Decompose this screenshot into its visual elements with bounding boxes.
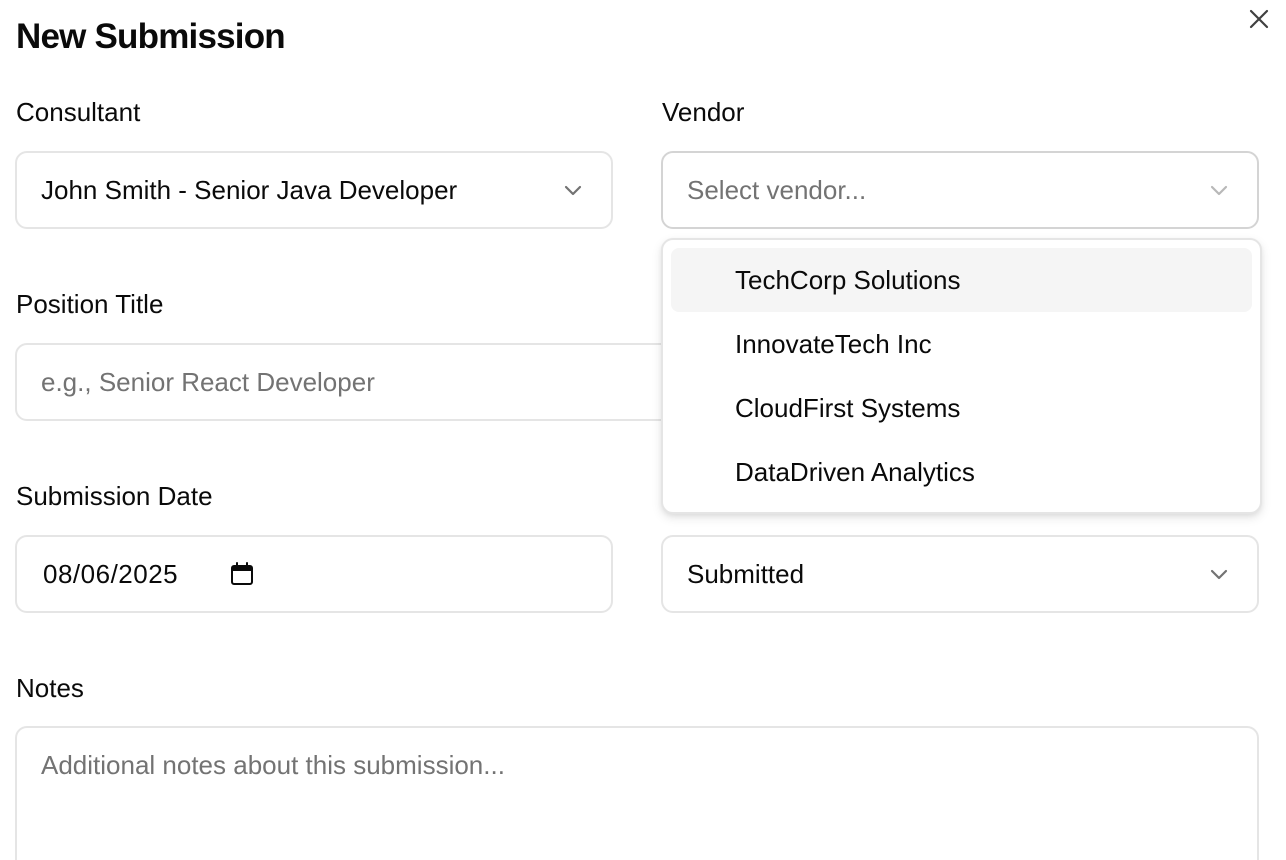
vendor-label: Vendor <box>662 97 745 127</box>
position-title-label: Position Title <box>16 289 164 319</box>
consultant-value: John Smith - Senior Java Developer <box>41 175 458 205</box>
notes-label: Notes <box>16 673 84 703</box>
vendor-option[interactable]: CloudFirst Systems <box>671 376 1252 440</box>
chevron-down-icon <box>1210 185 1228 196</box>
vendor-option-label: DataDriven Analytics <box>735 457 975 487</box>
status-select[interactable]: Submitted <box>661 535 1259 613</box>
status-value: Submitted <box>687 559 805 589</box>
vendor-dropdown: TechCorp Solutions InnovateTech Inc Clou… <box>661 238 1262 514</box>
submission-date-label: Submission Date <box>16 481 213 511</box>
chevron-down-icon <box>564 185 582 196</box>
notes-textarea[interactable]: Additional notes about this submission..… <box>15 726 1259 860</box>
close-icon <box>1249 9 1269 29</box>
new-submission-dialog: New Submission Consultant John Smith - S… <box>0 0 1286 860</box>
notes-placeholder: Additional notes about this submission..… <box>41 750 505 780</box>
vendor-option-label: CloudFirst Systems <box>735 393 961 423</box>
submission-date-input[interactable]: 08/06/2025 <box>15 535 613 613</box>
vendor-select[interactable]: Select vendor... <box>661 151 1259 229</box>
chevron-down-icon <box>1210 569 1228 580</box>
calendar-icon[interactable] <box>228 560 256 588</box>
submission-date-value: 08/06/2025 <box>43 559 179 589</box>
consultant-select[interactable]: John Smith - Senior Java Developer <box>15 151 613 229</box>
vendor-option-label: TechCorp Solutions <box>735 265 961 295</box>
vendor-option[interactable]: TechCorp Solutions <box>671 248 1252 312</box>
consultant-label: Consultant <box>16 97 141 127</box>
vendor-option[interactable]: InnovateTech Inc <box>671 312 1252 376</box>
vendor-option-label: InnovateTech Inc <box>735 329 932 359</box>
close-button[interactable] <box>1244 4 1274 34</box>
vendor-option[interactable]: DataDriven Analytics <box>671 440 1252 504</box>
dialog-title: New Submission <box>16 17 286 56</box>
vendor-placeholder: Select vendor... <box>687 175 867 205</box>
